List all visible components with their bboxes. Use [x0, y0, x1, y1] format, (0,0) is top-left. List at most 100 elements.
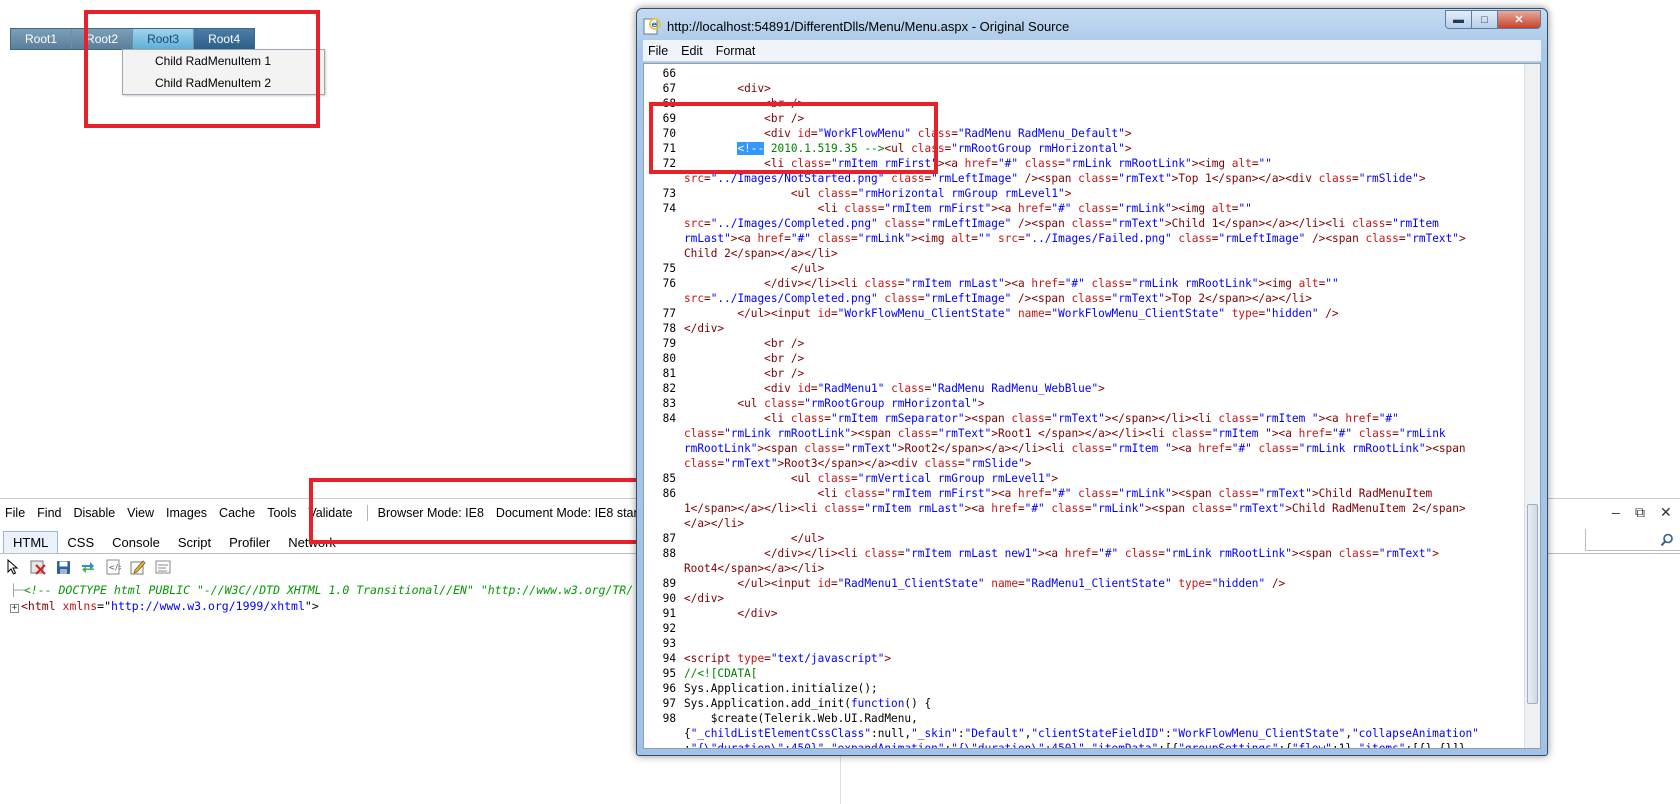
source-line: 71 <!-- 2010.1.519.35 --><ul class="rmRo… [644, 141, 1514, 156]
radmenu-root3[interactable]: Root3 [133, 29, 195, 49]
code-token: "groupSettings" [1178, 742, 1279, 749]
devtools-close-icon[interactable]: ✕ [1660, 504, 1672, 521]
maximize-icon[interactable]: □ [1471, 10, 1497, 29]
close-icon[interactable]: ✕ [1497, 10, 1541, 29]
submenu-item-1[interactable]: Child RadMenuItem 1 [123, 50, 324, 72]
radmenu-root2[interactable]: Root2 [72, 29, 134, 49]
save-icon[interactable] [54, 558, 72, 576]
code-token: "rmLeftImage" [924, 217, 1012, 230]
menu-file[interactable]: File [643, 44, 676, 58]
refresh-icon[interactable] [79, 558, 97, 576]
code-token: "rmRootGroup rmHorizontal" [951, 142, 1125, 155]
code-token: , [1345, 727, 1352, 740]
select-element-icon[interactable] [4, 558, 22, 576]
line-text: <ul class="rmRootGroup rmHorizontal"> [680, 396, 984, 411]
dom-tree-html-node[interactable]: + <html xmlns="http://www.w3.org/1999/xht… [10, 599, 319, 613]
line-number [644, 441, 680, 456]
scrollbar-thumb[interactable] [1527, 504, 1538, 704]
devtools-menu-disable[interactable]: Disable [73, 506, 115, 520]
line-text [680, 621, 684, 636]
code-token: "rmText" [937, 427, 992, 440]
line-number: 76 [662, 277, 676, 290]
code-token: href [991, 502, 1018, 515]
edit-icon[interactable] [129, 558, 147, 576]
vertical-scrollbar[interactable] [1524, 64, 1540, 748]
tab-console[interactable]: Console [103, 532, 169, 553]
line-text: {"_childListElementCssClass":null,"_skin… [680, 726, 1479, 741]
code-token: = [951, 127, 958, 140]
menu-edit[interactable]: Edit [676, 44, 711, 58]
devtools-menu-tools[interactable]: Tools [267, 506, 296, 520]
tab-script[interactable]: Script [169, 532, 220, 553]
code-token: "rmText" [1258, 487, 1312, 500]
line-text: <ul class="rmVertical rmGroup rmLevel1"> [680, 471, 1058, 486]
code-token: Sys.Application.add_init( [684, 697, 851, 710]
tab-network[interactable]: Network [279, 532, 345, 553]
source-line: 76 </div></li><li class="rmItem rmLast">… [644, 276, 1514, 291]
line-text: </div> [680, 591, 724, 606]
code-token: > [884, 652, 892, 665]
code-token: href [1031, 277, 1059, 290]
code-token: >Root2</span></a></li><li [897, 442, 1072, 455]
minimize-icon[interactable]: ▬ [1445, 10, 1471, 29]
code-token: () { [904, 697, 932, 710]
search-icon[interactable] [1660, 533, 1674, 550]
code-token: rmRootLink" [684, 442, 758, 455]
expand-node-icon[interactable]: + [10, 604, 19, 613]
source-code-area[interactable]: 66 67 <div> 68 <br /> 69 <br /> 70 <div id="… [643, 63, 1541, 749]
line-text: </div> [680, 606, 777, 621]
source-line: rmRootLink"><span class="rmText">Root2</… [644, 441, 1514, 456]
code-token: "rmLink rmRootLink" [1131, 277, 1259, 290]
line-number [644, 171, 680, 186]
dom-tree-doctype[interactable]: ├─<!-- DOCTYPE html PUBLIC "-//W3C//DTD … [10, 583, 633, 597]
code-token: </ul> [684, 262, 825, 275]
line-text: <div id="WorkFlowMenu" class="RadMenu Ra… [680, 126, 1131, 141]
browser-mode-menu[interactable]: Browser Mode: IE8 [378, 506, 484, 520]
code-token: >Child RadMenuItem [1311, 487, 1433, 500]
devtools-menu-images[interactable]: Images [166, 506, 207, 520]
code-token: "flow" [1291, 742, 1332, 749]
devtools-menu-cache[interactable]: Cache [219, 506, 255, 520]
code-token: "rmLeftImage" [924, 292, 1012, 305]
code-token: class [1091, 277, 1125, 290]
devtools-menu-view[interactable]: View [127, 506, 154, 520]
clear-icon[interactable] [29, 558, 47, 576]
code-token: = [957, 457, 965, 470]
devtools-restore-icon[interactable]: ⧉ [1635, 504, 1645, 521]
menu-format[interactable]: Format [711, 44, 764, 58]
source-window-titlebar[interactable]: e http://localhost:54891/DifferentDlls/M… [643, 10, 1541, 39]
line-number: 69 [662, 112, 676, 125]
devtools-menu-find[interactable]: Find [37, 506, 61, 520]
tab-html[interactable]: HTML [3, 531, 59, 553]
code-token: = [704, 172, 711, 185]
source-line: 87 </ul> [644, 531, 1514, 546]
code-token: class [1191, 502, 1226, 515]
code-token: "" [1238, 202, 1252, 215]
line-number: 96 [662, 682, 676, 695]
view-source-icon[interactable] [154, 558, 172, 576]
line-text: </div></li><li class="rmItem rmLast"><a … [680, 276, 1339, 291]
code-token: ><a [991, 202, 1018, 215]
line-text: :"{\"duration\":450}","expandAnimation":… [680, 741, 1472, 749]
source-line: 77 </ul><input id="WorkFlowMenu_ClientSt… [644, 306, 1514, 321]
line-number [644, 291, 680, 306]
tab-profiler[interactable]: Profiler [220, 532, 279, 553]
word-wrap-icon[interactable]: </> [104, 558, 122, 576]
tab-css[interactable]: CSS [58, 532, 103, 553]
devtools-minimize-icon[interactable]: – [1612, 504, 1620, 520]
line-text: <br /> [680, 96, 804, 111]
submenu-item-2[interactable]: Child RadMenuItem 2 [123, 72, 324, 94]
source-line: class="rmLink rmRootLink"><span class="r… [644, 426, 1514, 441]
radmenu-root4[interactable]: Root4 [194, 29, 255, 49]
source-line: Child 2</span></a></li> [644, 246, 1514, 261]
code-token: "rmText" [844, 442, 898, 455]
line-number: 95 [662, 667, 676, 680]
code-token: "Default" [964, 727, 1025, 740]
code-token: : [684, 742, 691, 749]
line-number: 92 [662, 622, 676, 635]
radmenu-root1[interactable]: Root1 [11, 29, 73, 49]
line-number [644, 501, 680, 516]
devtools-menu-validate[interactable]: Validate [308, 506, 352, 520]
code-token: <div [684, 127, 798, 140]
devtools-menu-file[interactable]: File [5, 506, 25, 520]
